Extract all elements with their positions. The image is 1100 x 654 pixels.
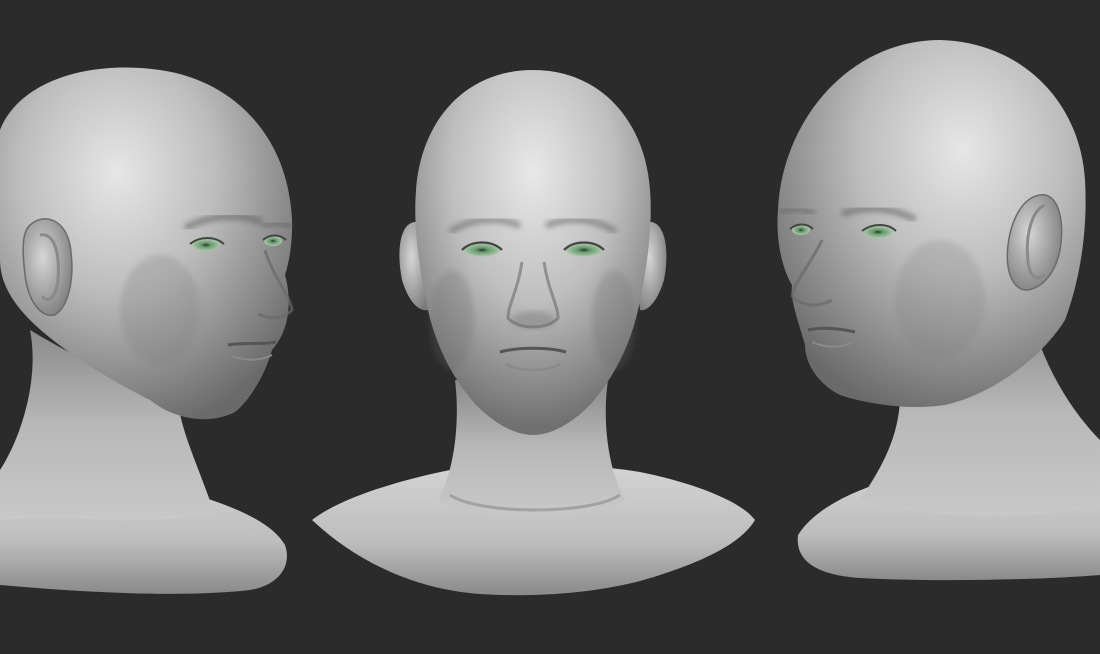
- bust-three-quarter-right: [777, 40, 1100, 581]
- render-canvas: [0, 40, 1100, 596]
- sculpt-viewport[interactable]: [0, 0, 1100, 654]
- front-bust-head: [415, 70, 651, 435]
- bust-front: [312, 70, 755, 596]
- bust-three-quarter-left: [0, 67, 294, 594]
